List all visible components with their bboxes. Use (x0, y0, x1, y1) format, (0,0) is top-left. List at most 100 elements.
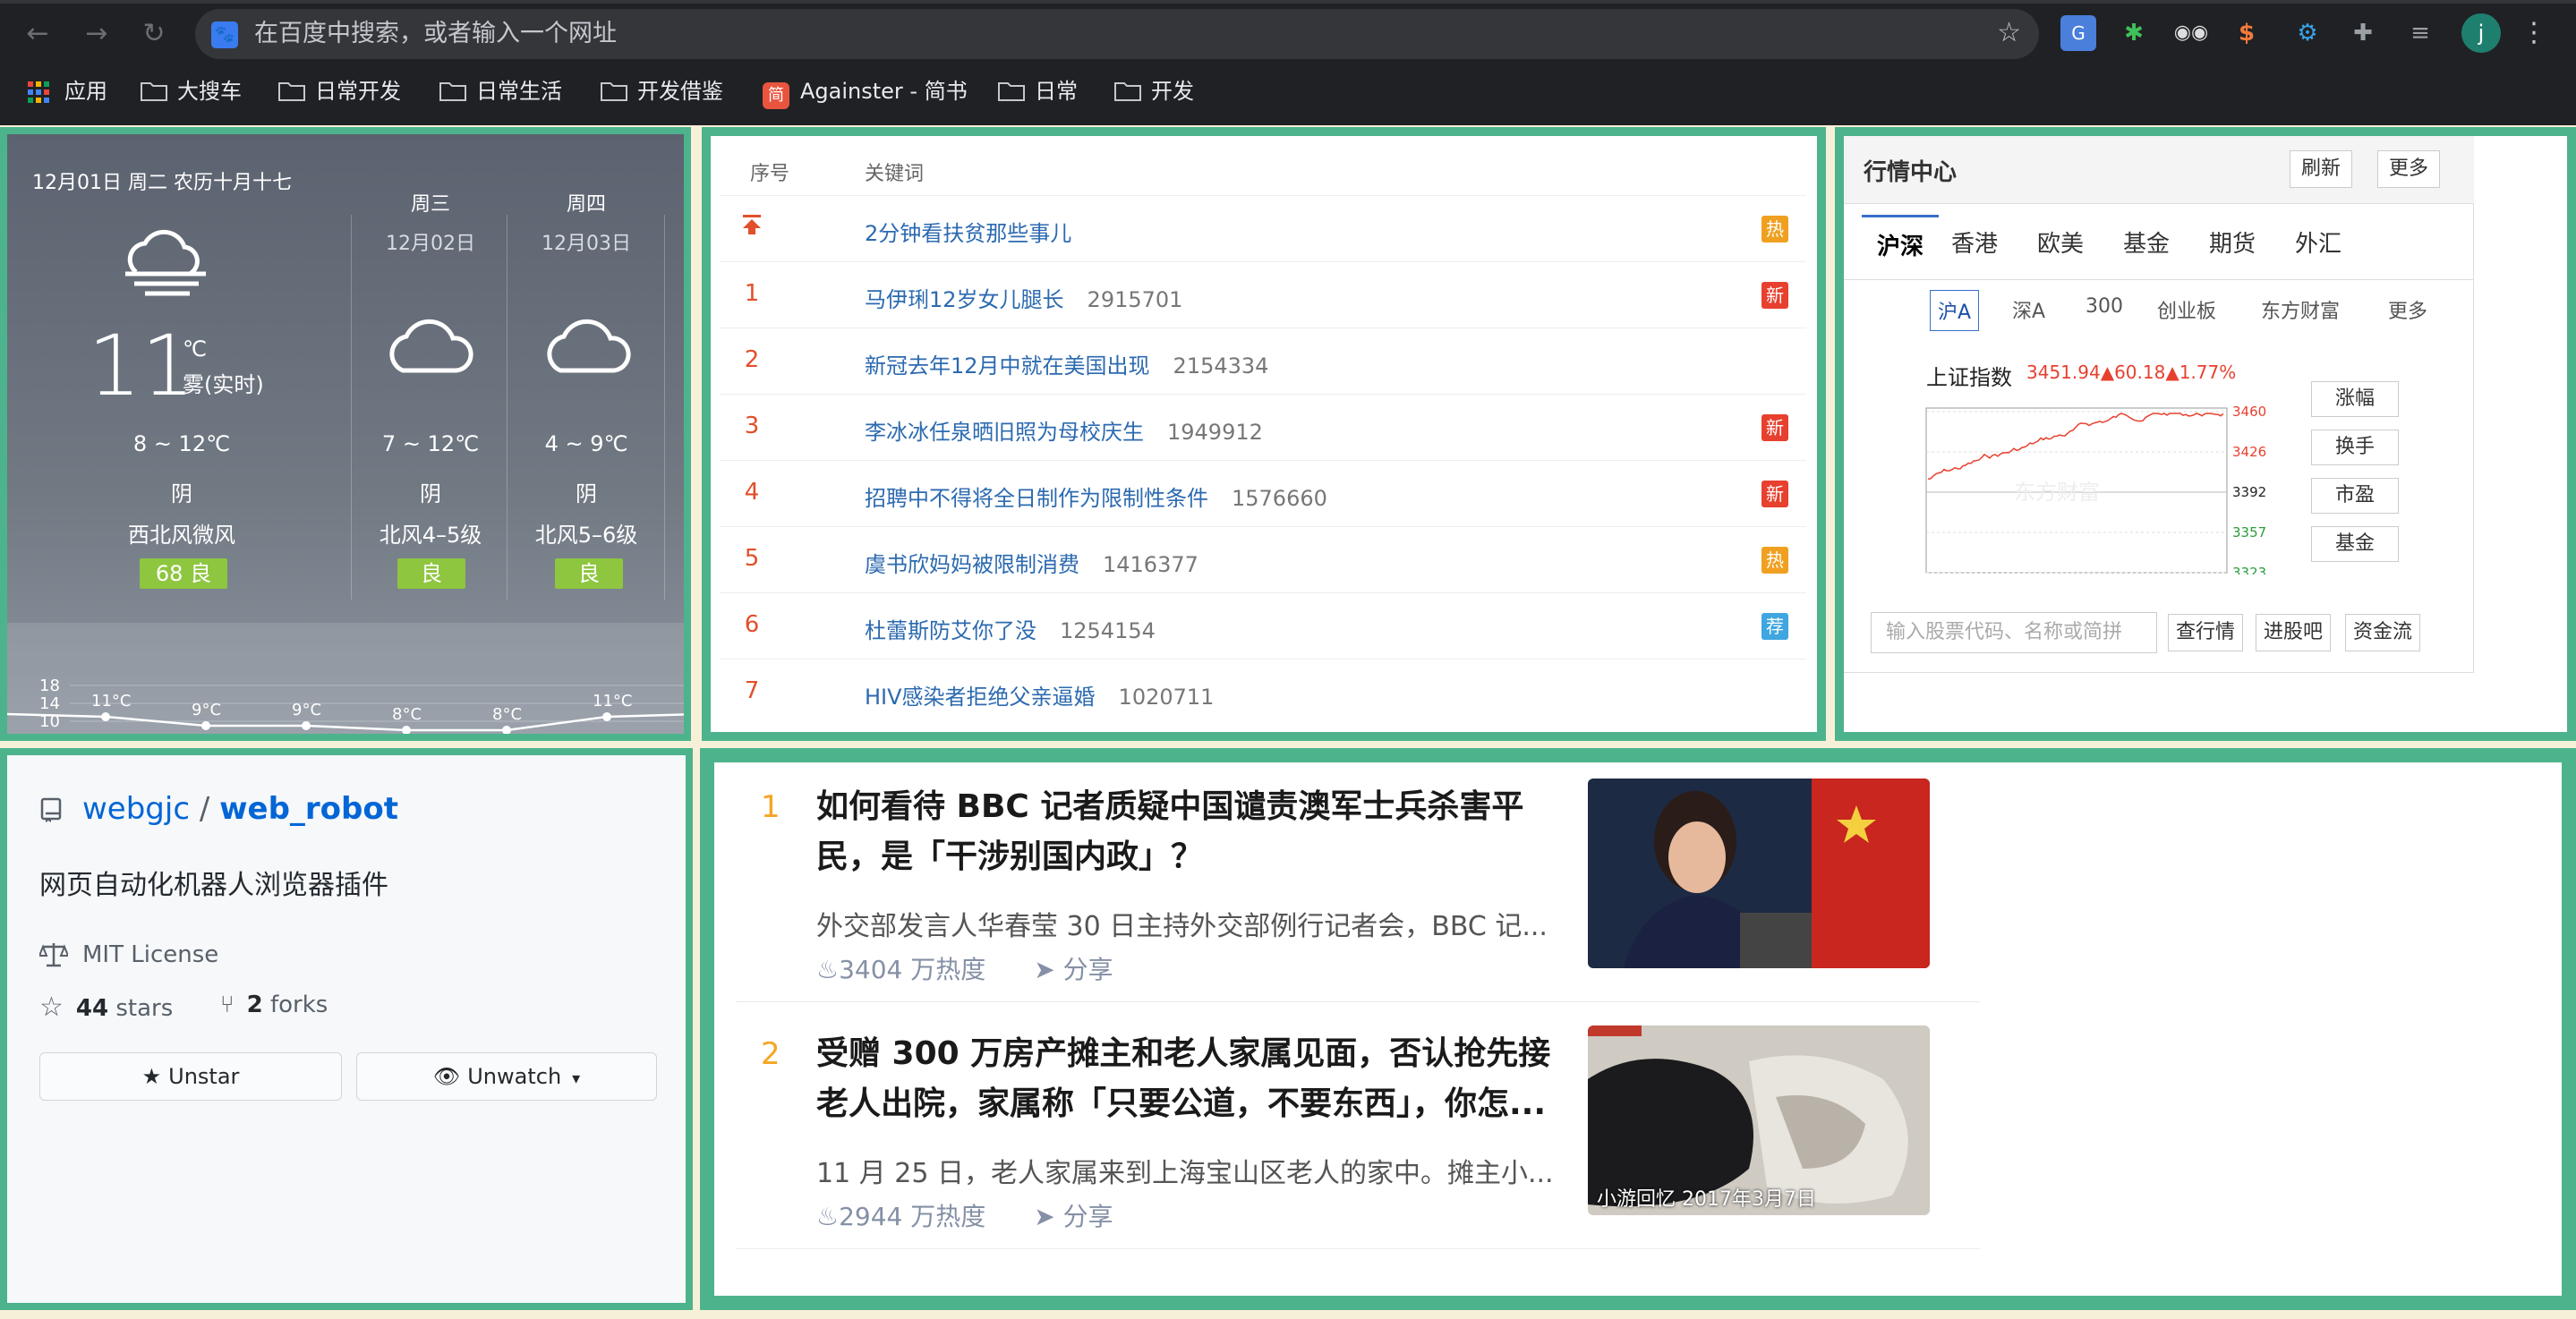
status-badge: 荐 (1761, 613, 1788, 640)
side-button-turnover[interactable]: 换手 (2311, 430, 2399, 465)
bookmark-dev-reference[interactable]: 开发借鉴 (600, 75, 723, 107)
subtab-300[interactable]: 300 (2086, 295, 2123, 318)
news-thumbnail[interactable] (1588, 779, 1930, 968)
media-queue-icon[interactable]: ≡ (2402, 15, 2438, 51)
browser-chrome: ← → ↻ 🐾 在百度中搜索，或者输入一个网址 ☆ G ✱ ◉◉ $ ⚙ ✚ ≡… (0, 0, 2576, 125)
news-thumbnail[interactable]: 小游回忆 2017年3月7日 (1588, 1025, 1930, 1215)
dollar-icon[interactable]: $ (2229, 15, 2265, 51)
market-center: 行情中心 刷新 更多 沪深 香港 欧美 基金 期货 外汇 沪A 深A 300 创… (1835, 127, 2576, 741)
unwatch-button[interactable]: 👁 Unwatch ▾ (356, 1052, 657, 1101)
hot-keyword[interactable]: 李冰冰任泉晒旧照为母校庆生 (865, 420, 1144, 445)
refresh-button[interactable]: 刷新 (2290, 150, 2353, 188)
unstar-button[interactable]: ★ Unstar (39, 1052, 342, 1101)
address-bar[interactable]: 🐾 在百度中搜索，或者输入一个网址 ☆ (195, 9, 2039, 59)
bookmark-apps[interactable]: 应用 (27, 75, 107, 107)
news-item[interactable]: 1 如何看待 BBC 记者质疑中国谴责澳军士兵杀害平民，是「干涉别国内政」？ 外… (736, 762, 1989, 1002)
repo-owner-link[interactable]: webgjc (82, 791, 190, 827)
market-box: 行情中心 刷新 更多 沪深 香港 欧美 基金 期货 外汇 沪A 深A 300 创… (1844, 136, 2474, 673)
robot-icon[interactable]: ⚙ (2290, 15, 2325, 51)
share-link[interactable]: 分享 (1063, 1202, 1113, 1231)
hot-list-row[interactable]: 2 新冠去年12月中就在美国出现 2154334 (720, 328, 1806, 394)
temperature-label: 8°C (392, 705, 422, 724)
hot-keyword-link[interactable]: 李冰冰任泉晒旧照为母校庆生 1949912 (865, 414, 1263, 446)
bookmark-daily-life[interactable]: 日常生活 (439, 75, 562, 107)
side-button-fund[interactable]: 基金 (2311, 526, 2399, 562)
hot-list-row[interactable]: 5 虞书欣妈妈被限制消费 1416377 热 (720, 526, 1806, 592)
hot-keyword-link[interactable]: 2分钟看扶贫那些事儿 (865, 216, 1071, 247)
repo-stars[interactable]: ☆ 44 stars (39, 991, 173, 1023)
repo-forks[interactable]: ⑂ 2 forks (220, 991, 328, 1018)
subtab-shena[interactable]: 深A (2012, 295, 2045, 324)
bookmark-daily[interactable]: 日常 (997, 75, 1078, 107)
side-button-pe[interactable]: 市盈 (2311, 478, 2399, 514)
bug-icon[interactable]: ✱ (2116, 15, 2152, 51)
profile-avatar[interactable]: j (2461, 13, 2501, 53)
bookmark-star-icon[interactable]: ☆ (1997, 18, 2021, 48)
pin-top-icon (720, 214, 784, 242)
capital-flow-button[interactable]: 资金流 (2345, 614, 2421, 651)
hot-keyword-link[interactable]: 招聘中不得将全日制作为限制性条件 1576660 (865, 481, 1327, 512)
paper-plane-icon[interactable]: ➤ (1034, 955, 1062, 984)
kebab-menu-icon[interactable]: ⋮ (2521, 13, 2547, 53)
hot-keyword[interactable]: 2分钟看扶贫那些事儿 (865, 221, 1071, 246)
jianshu-icon: 简 (763, 82, 789, 109)
share-link[interactable]: 分享 (1063, 955, 1113, 984)
tab-hongkong[interactable]: 香港 (1951, 226, 1998, 259)
stock-bar-button[interactable]: 进股吧 (2256, 614, 2332, 651)
rank-number: 5 (744, 545, 760, 572)
subtab-more[interactable]: 更多 (2388, 295, 2427, 324)
hot-keyword-link[interactable]: 新冠去年12月中就在美国出现 2154334 (865, 348, 1268, 379)
temperature-label: 8°C (492, 705, 522, 724)
paper-plane-icon[interactable]: ➤ (1034, 1202, 1062, 1231)
hot-list-row[interactable]: 4 招聘中不得将全日制作为限制性条件 1576660 新 (720, 460, 1806, 526)
bookmark-jianshu[interactable]: 简 Againster - 简书 (763, 75, 968, 109)
stock-search-input[interactable]: 输入股票代码、名称或简拼 (1871, 612, 2157, 653)
side-button-gain[interactable]: 涨幅 (2311, 381, 2399, 417)
status-badge: 新 (1761, 414, 1788, 441)
hot-keyword[interactable]: 杜蕾斯防艾你了没 (865, 618, 1036, 643)
hot-keyword[interactable]: HIV感染者拒绝父亲逼婚 (865, 685, 1096, 710)
puzzle-icon[interactable]: ✚ (2345, 15, 2381, 51)
hot-list-row[interactable]: 1 马伊琍12岁女儿腿长 2915701 新 (720, 261, 1806, 328)
forward-icon[interactable]: → (79, 16, 115, 52)
bookmark-dev[interactable]: 开发 (1113, 75, 1194, 107)
hot-keyword[interactable]: 马伊琍12岁女儿腿长 (865, 287, 1064, 312)
y-axis-label: 3392 (2232, 484, 2266, 500)
glasses-icon[interactable]: ◉◉ (2173, 15, 2209, 51)
back-icon[interactable]: ← (20, 16, 55, 52)
hot-list-row[interactable]: 6 杜蕾斯防艾你了没 1254154 荐 (720, 592, 1806, 659)
hot-keyword-link[interactable]: 虞书欣妈妈被限制消费 1416377 (865, 547, 1198, 578)
subtab-chuangye[interactable]: 创业板 (2157, 295, 2216, 324)
current-temp: 11 (88, 318, 195, 415)
reload-icon[interactable]: ↻ (136, 16, 172, 52)
google-translate-icon[interactable]: G (2060, 15, 2096, 51)
hot-keyword-link[interactable]: HIV感染者拒绝父亲逼婚 1020711 (865, 679, 1214, 711)
bookmark-label: 日常开发 (315, 79, 401, 104)
tab-hushen[interactable]: 沪深 (1862, 215, 1939, 279)
query-quote-button[interactable]: 查行情 (2168, 614, 2244, 651)
news-title[interactable]: 如何看待 BBC 记者质疑中国谴责澳军士兵杀害平民，是「干涉别国内政」？ (816, 782, 1559, 882)
bookmark-dasouche[interactable]: 大搜车 (140, 75, 242, 107)
news-title[interactable]: 受赠 300 万房产摊主和老人家属见面，否认抢先接老人出院，家属称「只要公道，不… (816, 1029, 1559, 1129)
hot-keyword-link[interactable]: 马伊琍12岁女儿腿长 2915701 (865, 282, 1182, 313)
more-button[interactable]: 更多 (2377, 150, 2441, 188)
subtab-hua[interactable]: 沪A (1930, 290, 1980, 331)
hot-list-row[interactable]: 2分钟看扶贫那些事儿 热 (720, 195, 1806, 261)
column-keyword: 关键词 (865, 163, 925, 185)
hot-keyword-link[interactable]: 杜蕾斯防艾你了没 1254154 (865, 613, 1156, 644)
tab-forex[interactable]: 外汇 (2295, 226, 2341, 259)
hot-list-row[interactable]: 7 HIV感染者拒绝父亲逼婚 1020711 (720, 659, 1806, 725)
hot-keyword[interactable]: 新冠去年12月中就在美国出现 (865, 353, 1150, 379)
tab-fund[interactable]: 基金 (2123, 226, 2170, 259)
hot-list-row[interactable]: 3 李冰冰任泉晒旧照为母校庆生 1949912 新 (720, 394, 1806, 460)
subtab-eastmoney[interactable]: 东方财富 (2261, 295, 2340, 324)
news-heat: 3404 万热度 (839, 955, 986, 984)
bookmark-daily-dev[interactable]: 日常开发 (277, 75, 401, 107)
tab-futures[interactable]: 期货 (2209, 226, 2256, 259)
repo-name-link[interactable]: web_robot (219, 791, 398, 827)
hot-keyword[interactable]: 虞书欣妈妈被限制消费 (865, 552, 1079, 577)
folder-icon (1113, 81, 1142, 102)
hot-keyword[interactable]: 招聘中不得将全日制作为限制性条件 (865, 486, 1208, 511)
tab-western[interactable]: 欧美 (2037, 226, 2084, 259)
news-item[interactable]: 2 受赠 300 万房产摊主和老人家属见面，否认抢先接老人出院，家属称「只要公道… (736, 1009, 1989, 1249)
